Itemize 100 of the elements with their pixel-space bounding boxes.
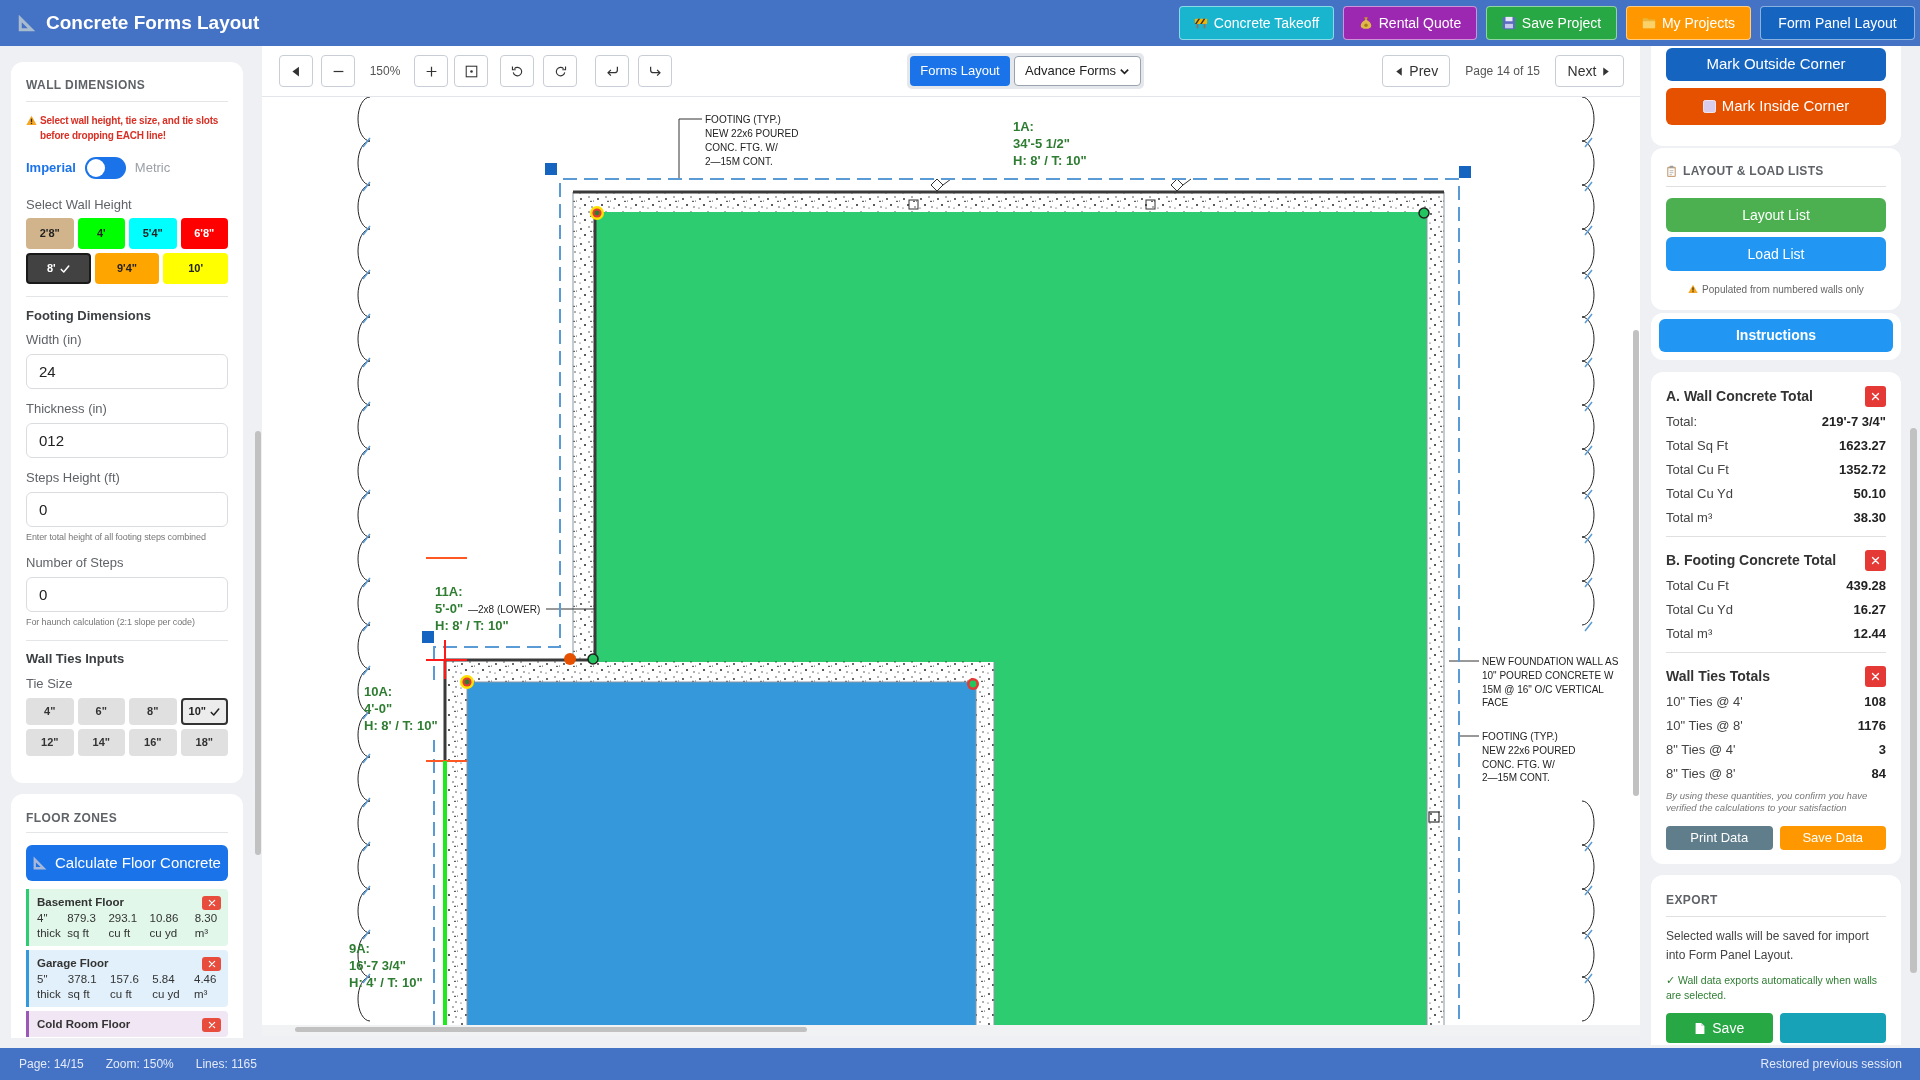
floor-zone-card[interactable]: Basement Floor 4" thick 879.3 sq ft 293.1 cu ft 10.86 cu yd 8.30 m³ — [26, 889, 228, 946]
wall-height-option[interactable]: 8' — [26, 253, 91, 284]
total-label: Total Cu Yd — [1666, 485, 1733, 504]
disclaimer-text: By using these quantities, you confirm you have verified the calculations to your satisfaction — [1666, 790, 1869, 814]
input-field[interactable]: 012 — [26, 423, 228, 458]
total-value: 38.30 — [1853, 509, 1886, 528]
total-value: 439.28 — [1846, 577, 1886, 596]
corner-marker-icon — [967, 678, 979, 690]
redo-icon — [648, 64, 662, 78]
barrier-icon — [1193, 16, 1208, 30]
wall-height-option[interactable]: 9'4" — [94, 253, 160, 284]
remove-button[interactable] — [202, 957, 221, 971]
input-field[interactable]: 0 — [26, 577, 228, 612]
total-value: 50.10 — [1853, 485, 1886, 504]
print-data-button[interactable]: Print Data — [1666, 826, 1773, 850]
tie-size-option[interactable]: 14" — [77, 729, 125, 756]
calculate-button[interactable]: Calculate Floor Concrete — [26, 845, 228, 881]
close-icon — [207, 960, 216, 968]
wall-height-option[interactable]: 5'4" — [129, 218, 177, 249]
zone-measurement: 4" thick — [37, 911, 62, 941]
tie-size-option[interactable]: 12" — [26, 729, 74, 756]
fit-view-button[interactable] — [454, 55, 488, 87]
zone-name: Cold Room Floor — [37, 1017, 131, 1033]
field-label: Tie Size — [26, 676, 74, 692]
wall-spec-label: H: 8' / T: 10" — [435, 618, 509, 633]
totals-title: Wall Ties Totals — [1666, 667, 1770, 686]
wall-height-option[interactable]: 4' — [77, 218, 125, 249]
corner-button[interactable]: Mark Outside Corner — [1666, 48, 1886, 81]
leader-line — [678, 118, 703, 180]
total-value: 12.44 — [1853, 625, 1886, 644]
subsection-title: Footing Dimensions — [26, 308, 152, 324]
totals-title: B. Footing Concrete Total — [1666, 551, 1837, 570]
total-value: 3 — [1878, 741, 1886, 760]
corner-marker-icon — [587, 653, 599, 665]
floor-zone-card[interactable]: Garage Floor 5" thick 378.1 sq ft 157.6 cu ft 5.84 cu yd 4.46 m³ — [26, 950, 228, 1007]
field-label: Select Wall Height — [26, 197, 133, 213]
wall-height-option[interactable]: 10' — [163, 253, 228, 284]
section-title: FLOOR ZONES — [26, 810, 228, 833]
field-label: Number of Steps — [26, 555, 125, 571]
remove-button[interactable] — [202, 896, 221, 910]
scrollbar-thumb[interactable] — [1633, 330, 1639, 796]
status-text: Zoom: 150% — [105, 1056, 174, 1073]
wall-id-label: 9A: — [349, 941, 370, 956]
export-status: ✓ Wall data exports automatically when walls are selected. — [1666, 973, 1879, 1003]
wall-height-option[interactable]: 2'8" — [26, 218, 74, 249]
form-type-select[interactable]: Advance Forms — [1014, 56, 1141, 86]
header-button[interactable]: Form Panel Layout — [1760, 6, 1915, 40]
unit-toggle[interactable] — [84, 157, 126, 179]
remove-button[interactable] — [202, 1018, 221, 1032]
input-field[interactable]: 0 — [26, 492, 228, 527]
check-icon — [59, 263, 70, 274]
status-message: Restored previous session — [1760, 1056, 1902, 1073]
corner-marker-icon — [590, 206, 604, 220]
remove-button[interactable] — [1865, 666, 1886, 687]
frame-icon — [464, 64, 478, 78]
total-value: 1176 — [1857, 717, 1886, 736]
zoom-level: 150% — [369, 63, 401, 80]
back-button[interactable] — [279, 55, 313, 87]
redo-button[interactable] — [638, 55, 672, 87]
undo-button[interactable] — [595, 55, 629, 87]
tie-size-option[interactable]: 18" — [180, 729, 228, 756]
selection-handle[interactable] — [422, 631, 434, 643]
zone-name: Garage Floor — [37, 956, 109, 972]
tie-size-option[interactable]: 4" — [26, 698, 74, 725]
next-page-button[interactable]: Next — [1555, 55, 1624, 87]
clipboard-icon — [1666, 164, 1677, 178]
section-title: WALL DIMENSIONS — [26, 77, 228, 102]
app-title: Concrete Forms Layout — [46, 11, 260, 35]
wall-spec-label: H: 8' / T: 10" — [1013, 153, 1087, 168]
tie-size-option[interactable]: 16" — [129, 729, 177, 756]
tie-size-option[interactable]: 6" — [77, 698, 125, 725]
floor-zone-card[interactable]: Cold Room Floor — [26, 1011, 228, 1037]
prev-page-button[interactable]: Prev — [1382, 55, 1451, 87]
rotate-left-button[interactable] — [500, 55, 534, 87]
scrollbar-thumb[interactable] — [1910, 428, 1917, 973]
selection-handle[interactable] — [545, 163, 557, 175]
status-text: Lines: 1165 — [195, 1056, 257, 1073]
remove-button[interactable] — [1865, 550, 1886, 571]
undo-icon — [605, 64, 619, 78]
leader-line — [545, 608, 596, 610]
zone-measurement: 4.46 m³ — [194, 972, 218, 1002]
selection-handle[interactable] — [1459, 166, 1471, 178]
wall-height-option[interactable]: 6'8" — [180, 218, 228, 249]
zone-measurement: 879.3 sq ft — [67, 911, 97, 941]
tie-size-option[interactable]: 8" — [129, 698, 177, 725]
header-button[interactable]: Rental Quote — [1343, 6, 1477, 40]
scrollbar-thumb[interactable] — [295, 1027, 807, 1032]
mode-tab[interactable]: Forms Layout — [910, 56, 1010, 86]
scrollbar-thumb[interactable] — [255, 431, 261, 855]
remove-button[interactable] — [1865, 386, 1886, 407]
wall-length-label: 5'-0" — [435, 601, 464, 616]
subsection-title: Wall Ties Inputs — [26, 651, 126, 667]
tie-size-option[interactable]: 10" — [180, 698, 228, 725]
close-icon — [1871, 392, 1880, 401]
input-field[interactable]: 24 — [26, 354, 228, 389]
rotate-right-button[interactable] — [543, 55, 577, 87]
close-icon — [207, 1021, 216, 1029]
corner-button[interactable]: Mark Inside Corner — [1666, 88, 1886, 125]
total-label: Total Cu Ft — [1666, 461, 1729, 480]
guide-tick — [425, 760, 468, 762]
